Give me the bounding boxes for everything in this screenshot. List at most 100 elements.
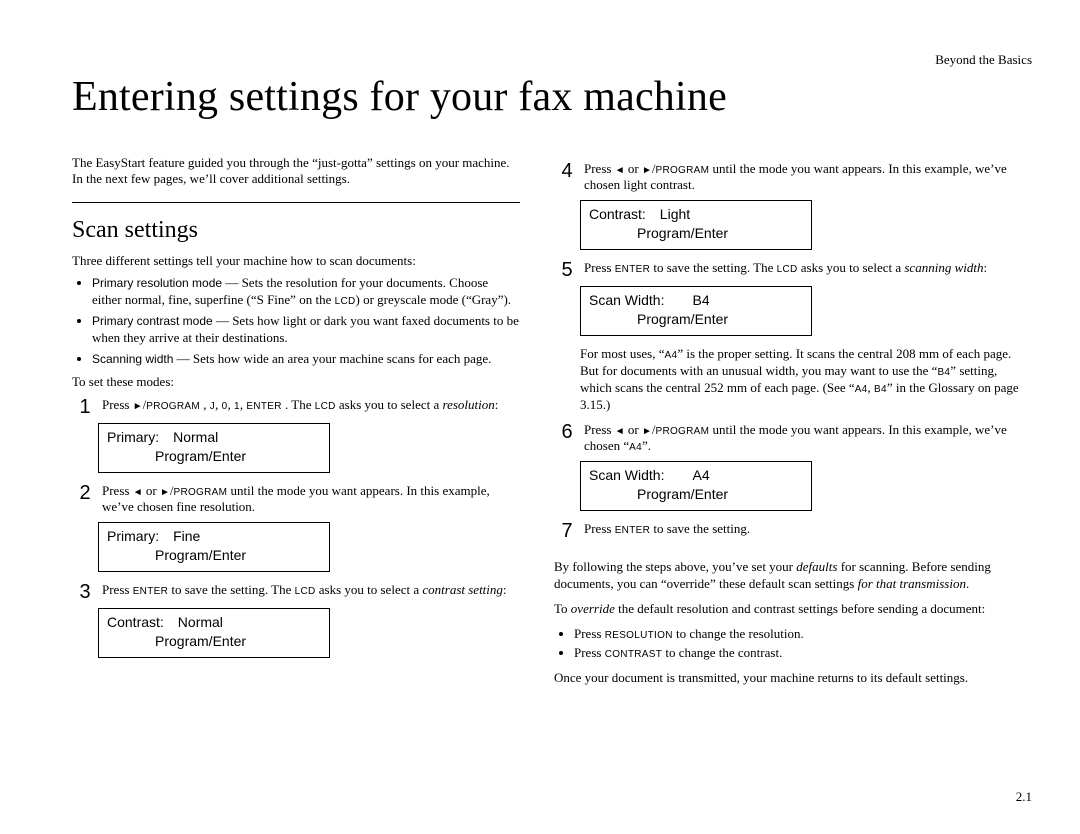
bullet-label: Primary contrast mode bbox=[92, 314, 213, 328]
t: Press bbox=[584, 521, 615, 536]
t: Press bbox=[584, 422, 615, 437]
step-body: Press ◄ or ►/PROGRAM until the mode you … bbox=[584, 422, 1032, 456]
bullet-resolution: Primary resolution mode — Sets the resol… bbox=[92, 275, 520, 309]
lcd-display-6: Scan Width: A4 Program/Enter bbox=[580, 461, 812, 511]
t: . The bbox=[282, 397, 315, 412]
emph: contrast setting bbox=[422, 582, 503, 597]
step-number: 4 bbox=[558, 161, 576, 181]
left-arrow-icon: ◄ bbox=[133, 486, 143, 499]
left-arrow-icon: ◄ bbox=[615, 164, 625, 177]
step-number: 1 bbox=[76, 397, 94, 417]
t: : bbox=[503, 582, 507, 597]
t: Press bbox=[584, 260, 615, 275]
emph: defaults bbox=[796, 559, 837, 574]
enter-key: ENTER bbox=[615, 525, 650, 536]
lcd-key: LCD bbox=[315, 401, 336, 412]
step-number: 6 bbox=[558, 422, 576, 442]
emph: resolution bbox=[443, 397, 495, 412]
lcd-line-2: Program/Enter bbox=[107, 632, 321, 651]
program-key: PROGRAM bbox=[173, 487, 227, 498]
step-3: 3 Press ENTER to save the setting. The L… bbox=[76, 582, 520, 602]
page-title: Entering settings for your fax machine bbox=[72, 70, 1032, 125]
bullet-contrast: Primary contrast mode — Sets how light o… bbox=[92, 313, 520, 347]
t: Press bbox=[102, 397, 133, 412]
a4-key: A4 bbox=[629, 442, 642, 453]
enter-key: ENTER bbox=[133, 586, 168, 597]
lcd-display-3: Contrast: Normal Program/Enter bbox=[98, 608, 330, 658]
closing-paragraph-2: To override the default resolution and c… bbox=[554, 601, 1032, 618]
t: asks you to select a bbox=[798, 260, 905, 275]
bullet-text-end: ) or greyscale mode (“Gray”). bbox=[356, 292, 512, 307]
override-contrast: Press CONTRAST to change the contrast. bbox=[574, 645, 1032, 662]
t: to change the contrast. bbox=[662, 645, 782, 660]
t: Press bbox=[584, 161, 615, 176]
enter-key: ENTER bbox=[615, 264, 650, 275]
lcd-display-5: Scan Width: B4 Program/Enter bbox=[580, 286, 812, 336]
intro-paragraph: The EasyStart feature guided you through… bbox=[72, 155, 520, 189]
step-4: 4 Press ◄ or ►/PROGRAM until the mode yo… bbox=[558, 161, 1032, 195]
intro-line-2: In the next few pages, we’ll cover addit… bbox=[72, 171, 350, 186]
contrast-key: CONTRAST bbox=[605, 649, 662, 660]
lead-text: Three different settings tell your machi… bbox=[72, 253, 520, 270]
t: ”. bbox=[642, 438, 651, 453]
step-number: 5 bbox=[558, 260, 576, 280]
running-head: Beyond the Basics bbox=[935, 52, 1032, 69]
lcd-key: LCD bbox=[335, 296, 356, 307]
step-2: 2 Press ◄ or ►/PROGRAM until the mode yo… bbox=[76, 483, 520, 517]
horizontal-rule bbox=[72, 202, 520, 203]
emph: for that transmission bbox=[858, 576, 966, 591]
a4-note: For most uses, “A4” is the proper settin… bbox=[580, 346, 1032, 414]
t: or bbox=[625, 161, 642, 176]
emph: override bbox=[571, 601, 615, 616]
right-arrow-icon: ► bbox=[642, 425, 652, 438]
step-5: 5 Press ENTER to save the setting. The L… bbox=[558, 260, 1032, 280]
t: Press bbox=[574, 626, 605, 641]
emph: scanning width bbox=[904, 260, 983, 275]
lcd-display-1: Primary: Normal Program/Enter bbox=[98, 423, 330, 473]
step-7: 7 Press ENTER to save the setting. bbox=[558, 521, 1032, 541]
step-body: Press ►/PROGRAM , J, 0, 1, ENTER . The L… bbox=[102, 397, 520, 414]
program-key: PROGRAM bbox=[146, 401, 200, 412]
t: . bbox=[966, 576, 969, 591]
section-heading: Scan settings bbox=[72, 215, 520, 246]
document-page: Beyond the Basics Entering settings for … bbox=[0, 0, 1080, 834]
lcd-key: LCD bbox=[295, 586, 316, 597]
lcd-line-1: Scan Width: A4 bbox=[589, 466, 803, 485]
resolution-key: RESOLUTION bbox=[605, 630, 673, 641]
t: By following the steps above, you’ve set… bbox=[554, 559, 796, 574]
step-number: 7 bbox=[558, 521, 576, 541]
lcd-key: LCD bbox=[777, 264, 798, 275]
t: For most uses, “ bbox=[580, 346, 665, 361]
t: To bbox=[554, 601, 571, 616]
step-1: 1 Press ►/PROGRAM , J, 0, 1, ENTER . The… bbox=[76, 397, 520, 417]
t: to change the resolution. bbox=[673, 626, 804, 641]
b4-key: B4 bbox=[937, 367, 950, 378]
enter-key: ENTER bbox=[246, 401, 281, 412]
lcd-line-1: Scan Width: B4 bbox=[589, 291, 803, 310]
step-6: 6 Press ◄ or ►/PROGRAM until the mode yo… bbox=[558, 422, 1032, 456]
lcd-line-1: Contrast: Normal bbox=[107, 613, 321, 632]
lcd-line-1: Contrast: Light bbox=[589, 205, 803, 224]
lcd-line-2: Program/Enter bbox=[589, 310, 803, 329]
right-column: 4 Press ◄ or ►/PROGRAM until the mode yo… bbox=[554, 155, 1032, 695]
t: or bbox=[625, 422, 642, 437]
lcd-line-2: Program/Enter bbox=[107, 546, 321, 565]
program-key: PROGRAM bbox=[655, 426, 709, 437]
left-column: The EasyStart feature guided you through… bbox=[72, 155, 520, 695]
t: or bbox=[143, 483, 160, 498]
bullet-text: — Sets how wide an area your machine sca… bbox=[173, 351, 491, 366]
override-resolution: Press RESOLUTION to change the resolutio… bbox=[574, 626, 1032, 643]
t: to save the setting. bbox=[650, 521, 750, 536]
a4-key: A4 bbox=[665, 350, 678, 361]
t: Press bbox=[102, 582, 133, 597]
step-body: Press ◄ or ►/PROGRAM until the mode you … bbox=[584, 161, 1032, 195]
lcd-display-2: Primary: Fine Program/Enter bbox=[98, 522, 330, 572]
step-body: Press ENTER to save the setting. The LCD… bbox=[102, 582, 520, 599]
step-body: Press ENTER to save the setting. The LCD… bbox=[584, 260, 1032, 277]
right-arrow-icon: ► bbox=[133, 400, 143, 413]
right-arrow-icon: ► bbox=[642, 164, 652, 177]
closing-paragraph-3: Once your document is transmitted, your … bbox=[554, 670, 1032, 687]
t: the default resolution and contrast sett… bbox=[615, 601, 985, 616]
bullet-width: Scanning width — Sets how wide an area y… bbox=[92, 351, 520, 368]
step-number: 3 bbox=[76, 582, 94, 602]
